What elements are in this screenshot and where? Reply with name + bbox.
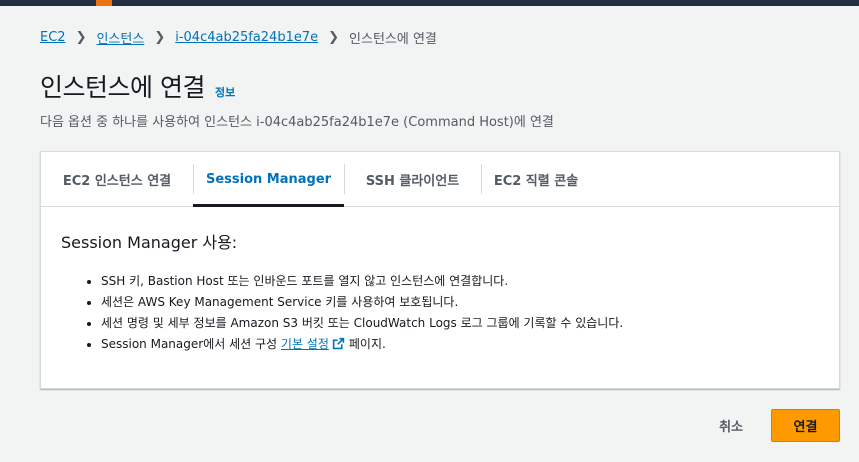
- external-link-icon: [332, 337, 345, 350]
- preferences-link[interactable]: 기본 설정: [281, 337, 349, 351]
- chevron-right-icon: ❯: [75, 30, 87, 45]
- breadcrumb-item-instances[interactable]: 인스턴스: [96, 28, 144, 47]
- breadcrumb: EC2 ❯ 인스턴스 ❯ i-04c4ab25fa24b1e7e ❯ 인스턴스에…: [40, 28, 437, 47]
- chevron-right-icon: ❯: [154, 30, 166, 45]
- tab-ssh-client[interactable]: SSH 클라이언트: [344, 152, 481, 206]
- chevron-right-icon: ❯: [328, 30, 340, 45]
- page-header: 인스턴스에 연결 정보: [40, 68, 235, 104]
- page-title: 인스턴스에 연결: [40, 73, 205, 102]
- info-link[interactable]: 정보: [215, 84, 235, 100]
- feature-list: SSH 키, Bastion Host 또는 인바운드 포트를 열지 않고 인스…: [61, 271, 819, 355]
- breadcrumb-item-ec2[interactable]: EC2: [40, 30, 66, 45]
- list-item-text: Session Manager에서 세션 구성: [101, 337, 278, 351]
- session-manager-content: Session Manager 사용: SSH 키, Bastion Host …: [41, 207, 839, 377]
- page-description: 다음 옵션 중 하나를 사용하여 인스턴스 i-04c4ab25fa24b1e7…: [40, 115, 554, 130]
- form-actions: 취소 연결: [705, 408, 840, 443]
- breadcrumb-current: 인스턴스에 연결: [349, 32, 437, 47]
- connect-button[interactable]: 연결: [771, 409, 840, 442]
- list-item-text: 페이지.: [348, 337, 386, 351]
- connect-options-panel: EC2 인스턴스 연결 Session Manager SSH 클라이언트 EC…: [40, 151, 840, 389]
- breadcrumb-item-instance-id[interactable]: i-04c4ab25fa24b1e7e: [175, 30, 318, 45]
- cancel-button[interactable]: 취소: [705, 408, 757, 443]
- service-accent: [96, 0, 112, 6]
- list-item: Session Manager에서 세션 구성 기본 설정 페이지.: [101, 334, 819, 355]
- section-heading: Session Manager 사용:: [61, 233, 238, 252]
- list-item: 세션은 AWS Key Management Service 키를 사용하여 보…: [101, 292, 819, 313]
- tab-ec2-instance-connect[interactable]: EC2 인스턴스 연결: [41, 152, 193, 206]
- list-item: SSH 키, Bastion Host 또는 인바운드 포트를 열지 않고 인스…: [101, 271, 819, 292]
- preferences-link-label: 기본 설정: [280, 337, 329, 351]
- top-navigation-bar: [0, 0, 859, 6]
- tab-session-manager[interactable]: Session Manager: [193, 152, 344, 207]
- connect-method-tabs: EC2 인스턴스 연결 Session Manager SSH 클라이언트 EC…: [41, 152, 839, 207]
- tab-ec2-serial-console[interactable]: EC2 직렬 콘솔: [481, 152, 591, 206]
- list-item: 세션 명령 및 세부 정보를 Amazon S3 버킷 또는 CloudWatc…: [101, 313, 819, 334]
